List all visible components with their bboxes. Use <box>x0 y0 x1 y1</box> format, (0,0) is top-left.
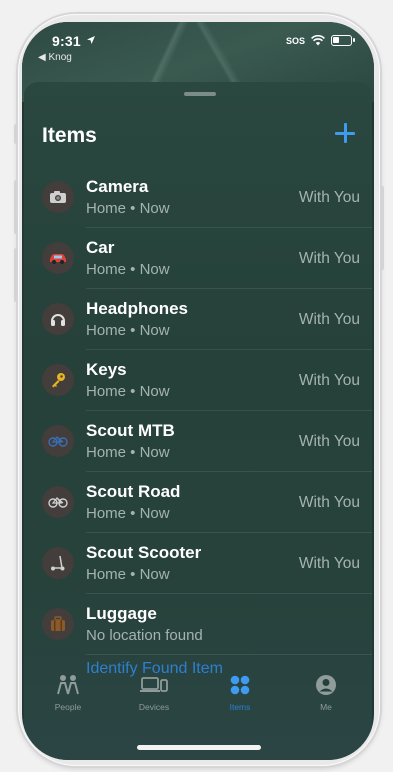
status-bar: 9:31 ◀ Knog SOS <box>22 22 374 68</box>
item-location: Home • Now <box>86 566 170 583</box>
key-icon <box>42 364 74 396</box>
home-indicator[interactable] <box>137 745 261 750</box>
list-item[interactable]: Headphones Home • Now With You <box>24 289 372 350</box>
volume-up-button <box>14 180 18 234</box>
screen: 9:31 ◀ Knog SOS Items Camera Home • Now … <box>22 22 374 760</box>
volume-down-button <box>14 248 18 302</box>
item-status: With You <box>298 372 360 389</box>
luggage-icon <box>42 608 74 640</box>
location-arrow-icon <box>87 36 95 44</box>
items-sheet: Items Camera Home • Now With You Car Hom… <box>24 82 372 760</box>
item-status: With You <box>298 189 360 206</box>
me-icon <box>286 674 366 696</box>
item-status: With You <box>298 311 360 328</box>
tab-items[interactable]: Items <box>200 674 280 712</box>
status-time: 9:31 <box>52 33 81 49</box>
item-name: Scout Road <box>86 482 181 501</box>
scooter-icon <box>42 547 74 579</box>
list-item[interactable]: Car Home • Now With You <box>24 228 372 289</box>
item-location: Home • Now <box>86 444 170 461</box>
tab-me[interactable]: Me <box>286 674 366 712</box>
camera-icon <box>42 181 74 213</box>
sos-indicator: SOS <box>285 35 305 46</box>
tab-label: Items <box>229 702 251 712</box>
add-item-button[interactable] <box>332 120 358 146</box>
tab-people[interactable]: People <box>28 674 108 712</box>
item-name: Scout MTB <box>86 421 175 440</box>
status-indicators: SOS <box>285 35 355 46</box>
bicycle-icon <box>42 425 74 457</box>
sheet-grabber[interactable] <box>184 92 216 96</box>
list-item[interactable]: Scout Scooter Home • Now With You <box>24 533 372 594</box>
list-item[interactable]: Luggage No location found <box>24 594 372 655</box>
item-status: With You <box>298 494 360 511</box>
item-name: Keys <box>86 360 127 379</box>
battery-icon <box>331 35 355 46</box>
tab-label: Me <box>320 702 332 712</box>
tab-label: People <box>54 702 82 712</box>
item-name: Headphones <box>86 299 189 318</box>
item-location: Home • Now <box>86 261 170 278</box>
item-status: With You <box>298 555 360 572</box>
bicycle-icon <box>42 486 74 518</box>
item-status: With You <box>298 433 360 450</box>
list-item[interactable]: Keys Home • Now With You <box>24 350 372 411</box>
people-icon <box>28 674 108 696</box>
items-list: Camera Home • Now With You Car Home • No… <box>24 167 372 655</box>
item-location: Home • Now <box>86 322 170 339</box>
mute-switch <box>14 124 18 144</box>
back-to-app-link[interactable]: ◀ Knog <box>38 52 72 63</box>
item-status: With You <box>298 250 360 267</box>
item-location: Home • Now <box>86 200 170 217</box>
items-icon <box>200 674 280 696</box>
item-location: No location found <box>86 627 203 644</box>
list-item[interactable]: Scout Road Home • Now With You <box>24 472 372 533</box>
headphones-icon <box>42 303 74 335</box>
tab-devices[interactable]: Devices <box>114 674 194 712</box>
power-button <box>380 186 384 270</box>
item-location: Home • Now <box>86 383 170 400</box>
tab-label: Devices <box>138 702 170 712</box>
wifi-icon <box>311 35 325 46</box>
list-item[interactable]: Camera Home • Now With You <box>24 167 372 228</box>
item-name: Scout Scooter <box>86 543 202 562</box>
item-name: Camera <box>86 177 149 196</box>
car-icon <box>42 242 74 274</box>
item-location: Home • Now <box>86 505 170 522</box>
item-name: Luggage <box>86 604 157 623</box>
page-title: Items <box>42 124 97 147</box>
devices-icon <box>114 674 194 696</box>
item-name: Car <box>86 238 115 257</box>
list-item[interactable]: Scout MTB Home • Now With You <box>24 411 372 472</box>
